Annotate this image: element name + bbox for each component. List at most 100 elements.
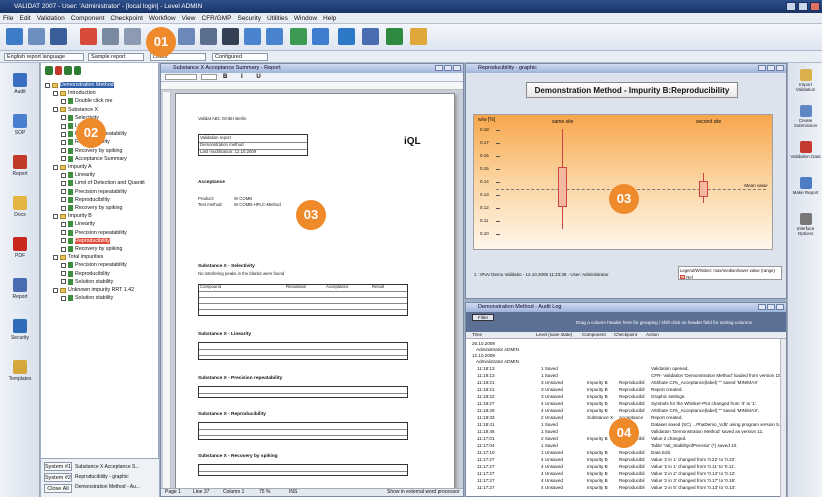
table-row[interactable]: 11:18:22 3 Unsaved Impurity B Reproducibil G… xyxy=(471,394,787,400)
checkbox-icon[interactable] xyxy=(61,262,66,268)
checkbox-icon[interactable] xyxy=(61,205,66,211)
menu-item-cfrgmp[interactable]: CFR/GMP xyxy=(202,13,232,23)
text-style-buttons[interactable]: B I U xyxy=(223,74,267,80)
tree-node[interactable]: Reproducibility xyxy=(61,196,110,203)
close-button[interactable] xyxy=(776,304,784,310)
checkbox-icon[interactable] xyxy=(61,238,66,244)
col-component[interactable]: Component xyxy=(582,332,606,337)
checkbox-icon[interactable] xyxy=(53,287,58,293)
tree-node[interactable]: Linearity xyxy=(61,172,95,179)
checkbox-icon[interactable] xyxy=(53,107,58,113)
checkbox-icon[interactable] xyxy=(53,90,58,96)
tree-node[interactable]: Acceptance Summary xyxy=(61,155,127,162)
tree-node[interactable]: Demonstration Method xyxy=(45,82,114,88)
checkbox-icon[interactable] xyxy=(61,115,66,121)
checkbox-icon[interactable] xyxy=(61,221,66,227)
refresh-icon[interactable] xyxy=(290,28,307,45)
menu-item-window[interactable]: Window xyxy=(294,13,317,23)
col-time[interactable]: Time xyxy=(472,332,482,337)
open-window-item[interactable]: Demonstration Method - Au... xyxy=(75,482,140,492)
maximize-button[interactable] xyxy=(767,304,775,310)
monitor-icon[interactable] xyxy=(362,28,379,45)
checkbox-icon[interactable] xyxy=(61,172,66,178)
table-row[interactable]: 11:17:27 4 Unsaved Impurity B Reproducibil V… xyxy=(471,464,787,470)
print-icon[interactable] xyxy=(102,28,119,45)
table-row[interactable]: 11:18:21 3 Unsaved Impurity B Reproducibil A… xyxy=(471,380,787,386)
col-level[interactable]: Level (save state) xyxy=(536,332,572,337)
user-icon[interactable] xyxy=(410,28,427,45)
sidebar-item-pdf[interactable]: PDF xyxy=(4,237,36,259)
report-icon[interactable] xyxy=(178,28,195,45)
tree-node[interactable]: Double click me xyxy=(61,98,112,105)
report-select[interactable]: Sample report xyxy=(88,53,144,61)
sidebar-item-docs[interactable]: Docs xyxy=(4,196,36,218)
tree-node[interactable]: Linearity xyxy=(61,221,95,228)
sidebar-item-audit[interactable]: Audit xyxy=(4,73,36,95)
tab-close-all[interactable]: Close All xyxy=(44,484,72,493)
table-row[interactable]: 11:17:27 4 Unsaved Impurity B Reproducibil V… xyxy=(471,478,787,484)
checkbox-icon[interactable] xyxy=(61,279,66,285)
checkbox-icon[interactable] xyxy=(61,131,66,137)
menu-item-view[interactable]: View xyxy=(182,13,196,23)
table-row[interactable]: 11:17:27 4 Unsaved Impurity B Reproducibil V… xyxy=(471,471,787,477)
checkbox-icon[interactable] xyxy=(61,98,66,104)
table-row[interactable]: 11:18:21 3 Unsaved Impurity B Reproducibil R… xyxy=(471,387,787,393)
preview-icon[interactable] xyxy=(124,28,141,45)
checkbox-icon[interactable] xyxy=(53,254,58,260)
maximize-button[interactable] xyxy=(798,2,808,11)
close-button[interactable] xyxy=(453,65,461,71)
menu-item-utilities[interactable]: Utilities xyxy=(267,13,288,23)
sidebar-item-sop[interactable]: SOP xyxy=(4,114,36,136)
group-row[interactable]: Administrator ADMIN xyxy=(476,359,792,365)
tree-node[interactable]: Recovery by spiking xyxy=(61,205,122,211)
table-row[interactable]: 11:17:10 1 Unsaved Impurity B Reproducibil D… xyxy=(471,450,787,456)
tab-system-2[interactable]: System #2 xyxy=(44,473,72,482)
size-select[interactable] xyxy=(201,74,217,80)
open-window-item[interactable]: Reproducibility - graphic xyxy=(75,472,140,482)
table-row[interactable]: 11:17:27 4 Unsaved Impurity B Reproducibil V… xyxy=(471,485,787,491)
zoom-out-icon[interactable] xyxy=(266,28,283,45)
col-checkpoint[interactable]: Checkpoint xyxy=(614,332,637,337)
rightbar-item[interactable]: Interface Options xyxy=(790,213,821,236)
table-row[interactable]: 11:18:13 1 Saved CFR- Validation 'Demonstr… xyxy=(471,373,787,379)
maximize-button[interactable] xyxy=(767,65,775,71)
rightbar-item[interactable]: Make Report xyxy=(790,177,821,195)
tab-system-1[interactable]: System #1 xyxy=(44,462,72,471)
font-select[interactable] xyxy=(165,74,197,80)
screen-icon[interactable] xyxy=(222,28,239,45)
format-toolbar[interactable]: B I U xyxy=(161,73,463,82)
table-row[interactable]: 11:18:13 1 Saved Validation opened. xyxy=(471,366,787,372)
help-icon[interactable] xyxy=(338,28,355,45)
tree-node[interactable]: Recovery by spiking xyxy=(61,246,122,252)
close-button[interactable] xyxy=(810,2,820,11)
col-action[interactable]: Action xyxy=(646,332,659,337)
save-icon[interactable] xyxy=(50,28,67,45)
menu-item-edit[interactable]: Edit xyxy=(19,13,30,23)
tree-node[interactable]: Precision repeatability xyxy=(61,229,127,236)
sidebar-item-report[interactable]: Report xyxy=(4,278,36,300)
checkbox-icon[interactable] xyxy=(45,82,50,88)
checkbox-icon[interactable] xyxy=(61,295,66,301)
language-select[interactable]: English report language xyxy=(4,53,84,61)
sidebar-item-report[interactable]: Report xyxy=(4,155,36,177)
tree-node[interactable]: Unknown impurity RRT 1.42 xyxy=(53,287,134,293)
tree-node[interactable]: Solution stability xyxy=(61,295,113,302)
export-icon[interactable] xyxy=(386,28,403,45)
tree-node[interactable]: Precision repeatability xyxy=(61,262,127,269)
zoom-in-icon[interactable] xyxy=(244,28,261,45)
config-select[interactable]: Configured xyxy=(212,53,268,61)
checkbox-icon[interactable] xyxy=(53,164,58,170)
tree-node[interactable]: Substance X xyxy=(53,107,98,113)
rightbar-item[interactable]: Import Validation xyxy=(790,69,821,92)
tree-node[interactable]: Recovery by spiking xyxy=(61,147,122,154)
minimize-button[interactable] xyxy=(435,65,443,71)
checkbox-icon[interactable] xyxy=(61,230,66,236)
external-word-link[interactable]: Show in external word processor xyxy=(387,489,460,496)
tree-node[interactable]: Impurity B xyxy=(53,213,92,219)
new-icon[interactable] xyxy=(6,28,23,45)
tree-node[interactable]: Solution stability xyxy=(61,278,113,285)
checkbox-icon[interactable] xyxy=(61,271,66,277)
tree-node[interactable]: Total impurities xyxy=(53,254,103,260)
menu-item-workflow[interactable]: Workflow xyxy=(149,13,176,23)
minimize-button[interactable] xyxy=(758,304,766,310)
